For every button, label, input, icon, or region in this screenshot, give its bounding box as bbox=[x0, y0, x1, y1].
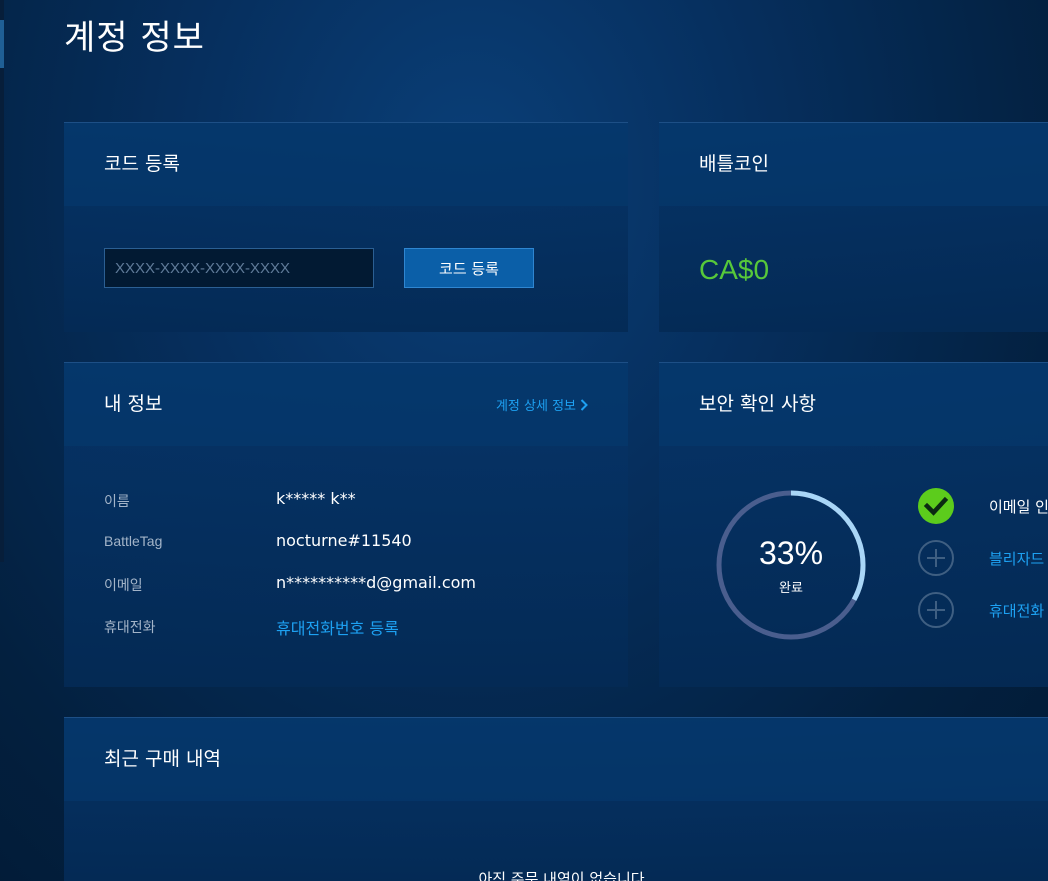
panel-title: 최근 구매 내역 bbox=[104, 748, 221, 770]
info-label: 이름 bbox=[104, 493, 130, 509]
info-value: k***** k** bbox=[276, 489, 356, 508]
info-row-battletag: BattleTag nocturne#11540 bbox=[104, 531, 584, 557]
security-checklist-panel: 보안 확인 사항 33% 완료 이메일 인 블리자드 휴대전화 bbox=[659, 362, 1048, 687]
info-value: nocturne#11540 bbox=[276, 531, 412, 550]
info-label: 이메일 bbox=[104, 577, 143, 593]
panel-title: 코드 등록 bbox=[104, 153, 180, 175]
security-item-email: 이메일 인 bbox=[917, 487, 1048, 525]
empty-purchases-message: 아직 주문 내역이 없습니다 bbox=[478, 870, 645, 881]
security-item-label[interactable]: 휴대전화 bbox=[989, 600, 1044, 621]
security-item-label[interactable]: 블리자드 bbox=[989, 548, 1044, 569]
panel-title: 배틀코인 bbox=[699, 153, 769, 175]
my-info-panel: 내 정보 계정 상세 정보 이름 k***** k** BattleTag no… bbox=[64, 362, 628, 687]
register-code-button[interactable]: 코드 등록 bbox=[404, 248, 534, 288]
battlecoin-panel: 배틀코인 CA$0 bbox=[659, 122, 1048, 332]
code-registration-panel: 코드 등록 코드 등록 bbox=[64, 122, 628, 332]
plus-circle-icon bbox=[918, 592, 954, 628]
info-row-email: 이메일 n**********d@gmail.com bbox=[104, 573, 584, 599]
info-label: 휴대전화 bbox=[104, 619, 156, 635]
left-rail-active-indicator bbox=[0, 20, 4, 68]
security-item-phone[interactable]: 휴대전화 bbox=[917, 591, 1048, 629]
info-value: n**********d@gmail.com bbox=[276, 573, 476, 592]
register-phone-link[interactable]: 휴대전화번호 등록 bbox=[276, 615, 399, 639]
security-item-label: 이메일 인 bbox=[989, 498, 1048, 516]
panel-title: 보안 확인 사항 bbox=[699, 393, 816, 415]
account-details-label: 계정 상세 정보 bbox=[495, 399, 576, 414]
recent-purchases-panel: 최근 구매 내역 아직 주문 내역이 없습니다 bbox=[64, 717, 1048, 881]
info-label: BattleTag bbox=[104, 533, 163, 549]
check-icon bbox=[918, 488, 954, 524]
info-row-phone: 휴대전화 휴대전화번호 등록 bbox=[104, 617, 584, 641]
chevron-right-icon bbox=[580, 398, 588, 411]
info-row-name: 이름 k***** k** bbox=[104, 489, 584, 515]
panel-header: 보안 확인 사항 bbox=[659, 363, 1048, 446]
panel-title: 내 정보 bbox=[104, 393, 163, 415]
plus-circle-icon bbox=[918, 540, 954, 576]
security-item-authenticator[interactable]: 블리자드 bbox=[917, 539, 1048, 577]
battlecoin-balance: CA$0 bbox=[699, 254, 770, 285]
panel-header: 배틀코인 bbox=[659, 123, 1048, 206]
page-title: 계정 정보 bbox=[64, 18, 205, 58]
account-details-link[interactable]: 계정 상세 정보 bbox=[496, 395, 588, 414]
code-input[interactable] bbox=[104, 248, 374, 288]
left-rail bbox=[0, 0, 4, 562]
panel-header: 최근 구매 내역 bbox=[64, 718, 1048, 801]
panel-header: 내 정보 계정 상세 정보 bbox=[64, 363, 628, 446]
security-complete-label: 완료 bbox=[779, 581, 803, 596]
security-percent: 33% bbox=[758, 535, 824, 571]
panel-header: 코드 등록 bbox=[64, 123, 628, 206]
